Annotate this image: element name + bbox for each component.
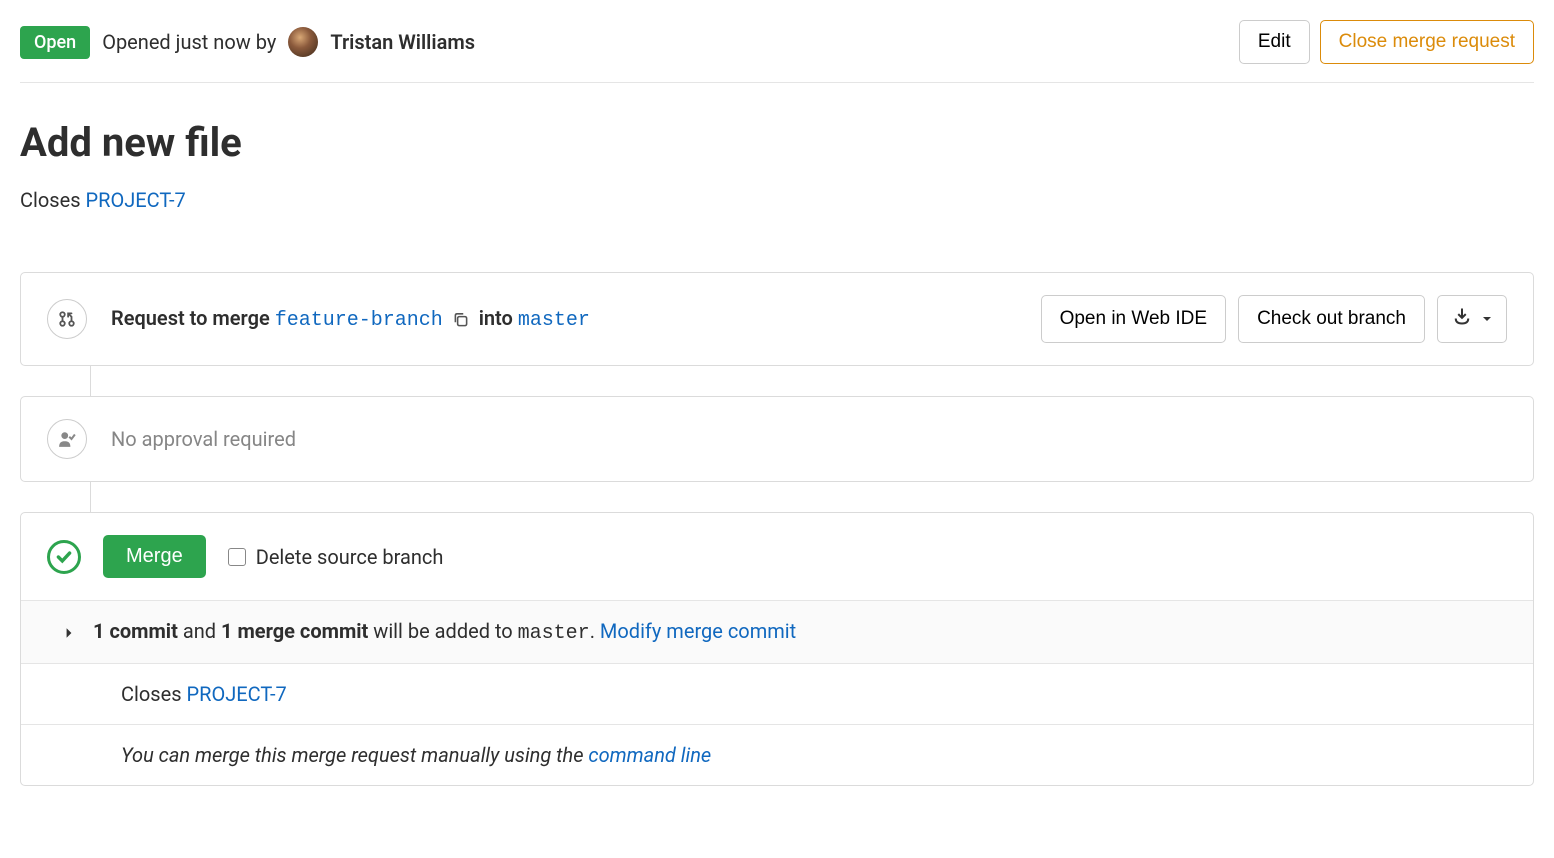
merge-branches-text: Request to merge feature-branch into mas… (111, 306, 590, 332)
delete-source-branch-label: Delete source branch (256, 545, 444, 569)
modify-merge-commit-link[interactable]: Modify merge commit (600, 619, 796, 643)
into-text: into (479, 306, 518, 330)
merge-request-icon (47, 299, 87, 339)
chevron-right-icon[interactable] (63, 620, 75, 644)
header-bar: Open Opened just now by Tristan Williams… (20, 20, 1534, 83)
delete-source-branch-checkbox[interactable] (228, 548, 246, 566)
author-link[interactable]: Tristan Williams (330, 30, 475, 54)
closes-issue-row: Closes PROJECT-7 (21, 663, 1533, 724)
approval-status-text: No approval required (111, 427, 296, 451)
download-dropdown-button[interactable] (1437, 295, 1507, 343)
ready-check-icon (47, 540, 81, 574)
copy-branch-icon[interactable] (452, 311, 470, 329)
merge-button[interactable]: Merge (103, 535, 206, 578)
issue-link-2[interactable]: PROJECT-7 (187, 682, 287, 706)
status-badge: Open (20, 26, 90, 59)
delete-source-branch-option[interactable]: Delete source branch (228, 545, 444, 569)
issue-link[interactable]: PROJECT-7 (86, 188, 186, 212)
download-icon (1452, 306, 1472, 332)
header-actions: Edit Close merge request (1239, 20, 1534, 64)
connector-line (90, 366, 1534, 396)
merge-action-widget: Merge Delete source branch 1 commit and … (20, 512, 1534, 786)
request-prefix: Request to merge (111, 306, 275, 330)
checkout-branch-button[interactable]: Check out branch (1238, 295, 1425, 343)
merge-request-widget: Request to merge feature-branch into mas… (20, 272, 1534, 366)
page-title: Add new file (20, 119, 1534, 166)
manual-merge-prefix: You can merge this merge request manuall… (121, 743, 588, 767)
target-branch-link[interactable]: master (518, 309, 590, 332)
commit-summary-text: 1 commit and 1 merge commit will be adde… (93, 619, 796, 645)
header-left: Open Opened just now by Tristan Williams (20, 26, 475, 59)
chevron-down-icon (1482, 308, 1492, 330)
connector-line-2 (90, 482, 1534, 512)
approval-widget: No approval required (20, 396, 1534, 482)
open-web-ide-button[interactable]: Open in Web IDE (1041, 295, 1227, 343)
mr-description: Closes PROJECT-7 (20, 188, 1534, 212)
manual-merge-row: You can merge this merge request manuall… (21, 724, 1533, 785)
closes-prefix: Closes (20, 188, 86, 212)
edit-button[interactable]: Edit (1239, 20, 1310, 64)
commit-summary-row[interactable]: 1 commit and 1 merge commit will be adde… (21, 600, 1533, 663)
close-merge-request-button[interactable]: Close merge request (1320, 20, 1534, 64)
avatar[interactable] (288, 27, 318, 57)
command-line-link[interactable]: command line (588, 743, 711, 767)
closes-prefix-2: Closes (121, 682, 187, 706)
source-branch-link[interactable]: feature-branch (275, 309, 443, 332)
approval-icon (47, 419, 87, 459)
opened-text: Opened just now by (102, 30, 276, 54)
